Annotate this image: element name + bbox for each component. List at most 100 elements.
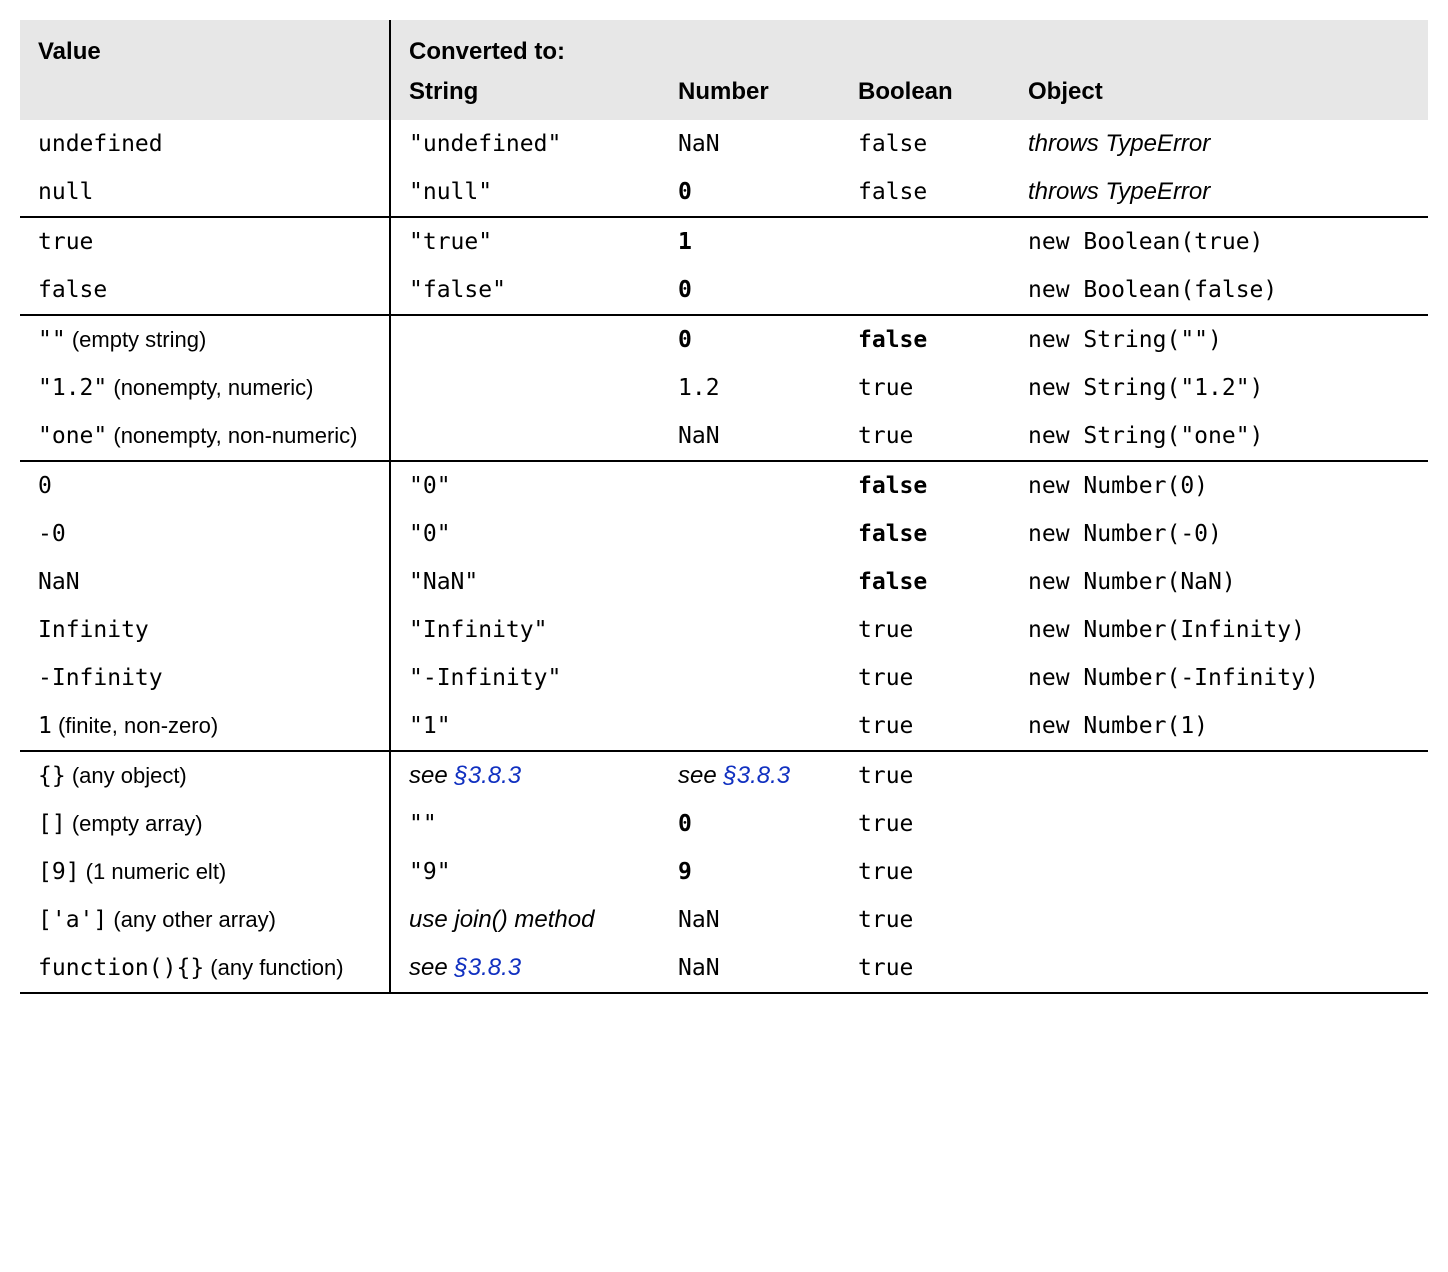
cell-number: see §3.8.3	[660, 751, 840, 800]
cell-string: ""	[390, 800, 660, 848]
cell-number: 9	[660, 848, 840, 896]
table-row: null"null"0falsethrows TypeError	[20, 168, 1428, 217]
cell-boolean: false	[840, 168, 1010, 217]
cell-string: "NaN"	[390, 558, 660, 606]
cell-value: -Infinity	[20, 654, 390, 702]
cell-string: "-Infinity"	[390, 654, 660, 702]
table-header: Value Converted to: String Number Boolea…	[20, 20, 1428, 120]
cell-object: new String("1.2")	[1010, 364, 1428, 412]
header-value: Value	[20, 20, 390, 120]
cell-value: [] (empty array)	[20, 800, 390, 848]
cell-string: use join() method	[390, 896, 660, 944]
cell-number: 0	[660, 168, 840, 217]
cell-string: "true"	[390, 217, 660, 266]
table-row: false"false"0 new Boolean(false)	[20, 266, 1428, 315]
cell-object	[1010, 848, 1428, 896]
cell-number: NaN	[660, 412, 840, 461]
cell-boolean: true	[840, 800, 1010, 848]
cell-object	[1010, 800, 1428, 848]
cell-value: "1.2" (nonempty, numeric)	[20, 364, 390, 412]
table-body: undefined"undefined"NaNfalsethrows TypeE…	[20, 120, 1428, 993]
cell-string	[390, 315, 660, 364]
cell-value: {} (any object)	[20, 751, 390, 800]
cell-string: "9"	[390, 848, 660, 896]
cell-value: NaN	[20, 558, 390, 606]
cell-string	[390, 364, 660, 412]
cell-object: new Number(NaN)	[1010, 558, 1428, 606]
table-row: Infinity"Infinity"truenew Number(Infinit…	[20, 606, 1428, 654]
cell-number: 0	[660, 800, 840, 848]
cell-object: new Number(1)	[1010, 702, 1428, 751]
cell-object: new String("")	[1010, 315, 1428, 364]
cell-value: function(){} (any function)	[20, 944, 390, 993]
cell-boolean: false	[840, 315, 1010, 364]
table-row: 1 (finite, non-zero)"1" truenew Number(1)	[20, 702, 1428, 751]
table-row: {} (any object)see §3.8.3see §3.8.3true	[20, 751, 1428, 800]
cell-value: -0	[20, 510, 390, 558]
cell-number	[660, 510, 840, 558]
cell-boolean: true	[840, 702, 1010, 751]
cell-number: NaN	[660, 944, 840, 993]
cell-object: new Boolean(false)	[1010, 266, 1428, 315]
type-conversion-table: Value Converted to: String Number Boolea…	[20, 20, 1428, 994]
table-row: [9] (1 numeric elt)"9"9true	[20, 848, 1428, 896]
table-row: "one" (nonempty, non-numeric) NaNtruenew …	[20, 412, 1428, 461]
cell-value: [9] (1 numeric elt)	[20, 848, 390, 896]
table-row: -0"0"falsenew Number(-0)	[20, 510, 1428, 558]
table-row: 0"0"falsenew Number(0)	[20, 461, 1428, 510]
cell-object	[1010, 896, 1428, 944]
table-row: function(){} (any function)see §3.8.3NaN…	[20, 944, 1428, 993]
cell-boolean: true	[840, 944, 1010, 993]
cell-object	[1010, 944, 1428, 993]
cell-value: "" (empty string)	[20, 315, 390, 364]
cell-number: 0	[660, 315, 840, 364]
cell-boolean: true	[840, 654, 1010, 702]
cell-number	[660, 558, 840, 606]
cell-object: new Number(-0)	[1010, 510, 1428, 558]
header-object: Object	[1010, 72, 1428, 120]
cell-value: true	[20, 217, 390, 266]
cell-object: throws TypeError	[1010, 168, 1428, 217]
cell-number: 0	[660, 266, 840, 315]
cell-number: 1	[660, 217, 840, 266]
cell-value: ['a'] (any other array)	[20, 896, 390, 944]
header-boolean: Boolean	[840, 72, 1010, 120]
cell-boolean: true	[840, 848, 1010, 896]
cell-string: "null"	[390, 168, 660, 217]
cell-string: "0"	[390, 510, 660, 558]
cell-object: new String("one")	[1010, 412, 1428, 461]
cell-string: "1"	[390, 702, 660, 751]
cell-number	[660, 654, 840, 702]
cell-value: 0	[20, 461, 390, 510]
cell-value: "one" (nonempty, non-numeric)	[20, 412, 390, 461]
cell-string: see §3.8.3	[390, 944, 660, 993]
cell-boolean: true	[840, 364, 1010, 412]
cell-number: 1.2	[660, 364, 840, 412]
table-row: [] (empty array)""0true	[20, 800, 1428, 848]
cell-object: throws TypeError	[1010, 120, 1428, 168]
cell-boolean	[840, 217, 1010, 266]
cell-number	[660, 461, 840, 510]
header-number: Number	[660, 72, 840, 120]
table-row: "" (empty string) 0falsenew String("")	[20, 315, 1428, 364]
table-row: true"true"1 new Boolean(true)	[20, 217, 1428, 266]
cell-string: see §3.8.3	[390, 751, 660, 800]
cell-number: NaN	[660, 896, 840, 944]
cell-value: undefined	[20, 120, 390, 168]
cell-string: "0"	[390, 461, 660, 510]
table-row: undefined"undefined"NaNfalsethrows TypeE…	[20, 120, 1428, 168]
cell-string: "false"	[390, 266, 660, 315]
header-converted-to: Converted to:	[390, 20, 1428, 72]
cell-boolean: true	[840, 751, 1010, 800]
cell-number	[660, 606, 840, 654]
cell-value: 1 (finite, non-zero)	[20, 702, 390, 751]
cell-boolean: true	[840, 606, 1010, 654]
cell-boolean: true	[840, 896, 1010, 944]
cell-object: new Boolean(true)	[1010, 217, 1428, 266]
cell-boolean: false	[840, 461, 1010, 510]
cell-number	[660, 702, 840, 751]
table-row: "1.2" (nonempty, numeric) 1.2truenew Stri…	[20, 364, 1428, 412]
header-string: String	[390, 72, 660, 120]
cell-value: false	[20, 266, 390, 315]
cell-boolean: true	[840, 412, 1010, 461]
